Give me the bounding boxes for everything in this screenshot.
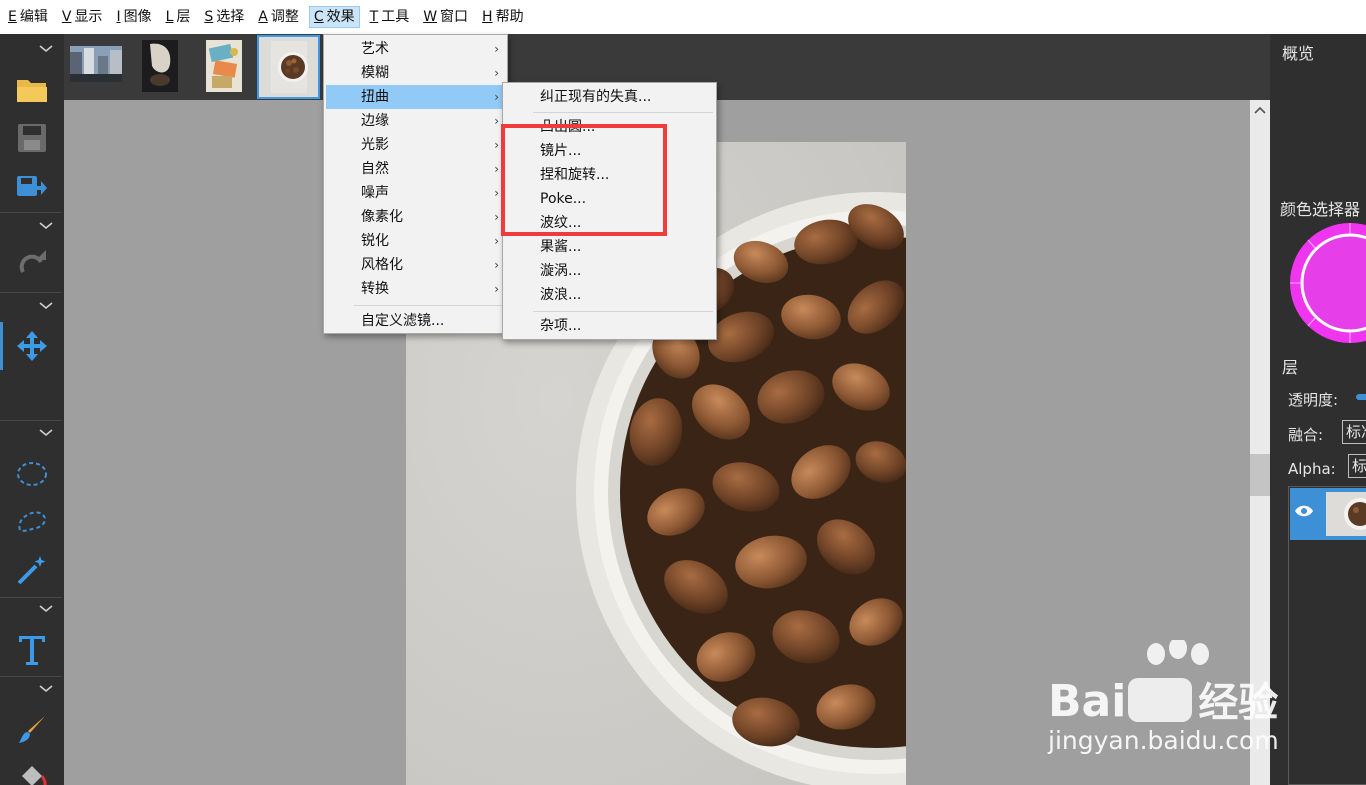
- effects-item-blur[interactable]: 模糊 ›: [326, 61, 505, 85]
- layers-title: 层: [1282, 358, 1299, 377]
- effects-menu: 艺术 › 模糊 › 扭曲 › 边缘 › 光影 › 自然 › 噪声 › 像素化 › 锐化 › 风格化…: [323, 34, 508, 334]
- ellipse-select-icon: [17, 462, 47, 486]
- menu-separator: [354, 305, 504, 306]
- menu-layer[interactable]: L层: [162, 6, 195, 28]
- menu-tools[interactable]: T 工具: [366, 6, 414, 28]
- effects-item-noise[interactable]: 噪声 ›: [326, 181, 505, 205]
- menu-help[interactable]: H 帮助: [478, 6, 528, 28]
- magic-wand-tool[interactable]: [12, 550, 52, 590]
- menu-separator: [533, 311, 713, 312]
- watermark-url: jingyan.baidu.com: [1048, 726, 1279, 755]
- effects-item-art[interactable]: 艺术 ›: [326, 37, 505, 61]
- menu-edit[interactable]: E 编辑: [4, 6, 52, 28]
- chevron-down-icon[interactable]: [38, 301, 54, 311]
- color-picker-title: 颜色选择器: [1280, 200, 1361, 219]
- opacity-slider[interactable]: [1356, 394, 1366, 400]
- menu-view[interactable]: V 显示: [58, 6, 107, 28]
- thumbnail-drink[interactable]: [142, 40, 178, 92]
- redo-icon: [19, 250, 46, 273]
- lasso-icon: [18, 511, 46, 532]
- move-icon: [17, 331, 47, 361]
- baidu-jingyan-watermark: Bai 经验 jingyan.baidu.com: [1040, 640, 1310, 760]
- save-as-icon: [17, 176, 47, 196]
- effects-item-nature[interactable]: 自然 ›: [326, 157, 505, 181]
- alpha-mode-select[interactable]: 标准: [1348, 454, 1366, 478]
- bucket-icon: [22, 766, 47, 785]
- scroll-up-icon[interactable]: [1254, 106, 1266, 114]
- scrollbar-thumb[interactable]: [1250, 454, 1270, 496]
- left-toolbar: [0, 34, 64, 785]
- save-as-tool[interactable]: [12, 166, 52, 206]
- distort-item-misc[interactable]: 杂项...: [505, 314, 714, 338]
- active-tool-indicator: [0, 322, 3, 370]
- thumbnail-coffee: [259, 37, 318, 97]
- blend-label: 融合:: [1288, 426, 1324, 444]
- effects-item-convert[interactable]: 转换 ›: [326, 277, 505, 301]
- eye-icon[interactable]: [1294, 504, 1314, 518]
- open-file-tool[interactable]: [12, 70, 52, 110]
- move-tool[interactable]: [12, 326, 52, 366]
- fill-tool[interactable]: [12, 758, 52, 785]
- folder-icon: [17, 80, 47, 102]
- save-icon: [18, 124, 46, 152]
- brush-icon: [19, 716, 45, 743]
- text-tool[interactable]: [12, 630, 52, 670]
- thumbnail-street[interactable]: [70, 46, 122, 82]
- effects-item-light[interactable]: 光影 ›: [326, 133, 505, 157]
- distort-item-jam[interactable]: 果酱...: [505, 235, 714, 259]
- menu-separator: [533, 112, 713, 113]
- annotation-highlight-box: [501, 124, 667, 236]
- text-icon: [19, 636, 45, 665]
- alpha-label: Alpha:: [1288, 460, 1336, 478]
- menu-image[interactable]: I 图像: [112, 6, 155, 28]
- menu-window[interactable]: W 窗口: [419, 6, 472, 28]
- distort-item-correct-distortion[interactable]: 纠正现有的失真...: [505, 85, 714, 109]
- distort-item-swirl[interactable]: 漩涡...: [505, 259, 714, 283]
- menu-adjust[interactable]: A 调整: [254, 6, 303, 28]
- layer-thumbnail: [1326, 492, 1366, 536]
- effects-item-pixelate[interactable]: 像素化 ›: [326, 205, 505, 229]
- chevron-down-icon[interactable]: [38, 221, 54, 231]
- layer-item[interactable]: [1290, 488, 1366, 540]
- chevron-down-icon[interactable]: [38, 604, 54, 614]
- blend-mode-select[interactable]: 标准: [1342, 420, 1366, 444]
- lasso-tool[interactable]: [12, 502, 52, 542]
- save-tool[interactable]: [12, 118, 52, 158]
- watermark-brand: Bai 经验: [1048, 676, 1279, 727]
- color-wheel[interactable]: [1288, 222, 1366, 344]
- effects-item-stylize[interactable]: 风格化 ›: [326, 253, 505, 277]
- effects-item-custom-filter[interactable]: 自定义滤镜...: [326, 309, 505, 333]
- chevron-down-icon[interactable]: [38, 428, 54, 438]
- magic-wand-icon: [17, 556, 46, 585]
- chevron-down-icon[interactable]: [38, 684, 54, 694]
- thumbnail-money[interactable]: [206, 40, 242, 92]
- thumbnail-coffee-selected[interactable]: [257, 35, 320, 99]
- effects-item-sharpen[interactable]: 锐化 ›: [326, 229, 505, 253]
- distort-item-wave[interactable]: 波浪...: [505, 283, 714, 307]
- menu-bar: E 编辑 V 显示 I 图像 L层 S 选择 A 调整 C 效果 T 工具 W 窗口 H 帮助: [0, 0, 1366, 34]
- chevron-down-icon[interactable]: [38, 44, 54, 54]
- menu-select[interactable]: S 选择: [200, 6, 248, 28]
- menu-effects[interactable]: C 效果: [308, 6, 360, 28]
- effects-item-distort[interactable]: 扭曲 ›: [326, 85, 505, 109]
- paw-du-icon: [1128, 678, 1193, 722]
- effects-item-edge[interactable]: 边缘 ›: [326, 109, 505, 133]
- opacity-label: 透明度:: [1288, 391, 1339, 409]
- overview-title: 概览: [1282, 44, 1315, 63]
- redo-tool[interactable]: [12, 244, 52, 284]
- ellipse-select-tool[interactable]: [12, 454, 52, 494]
- brush-tool[interactable]: [12, 710, 52, 750]
